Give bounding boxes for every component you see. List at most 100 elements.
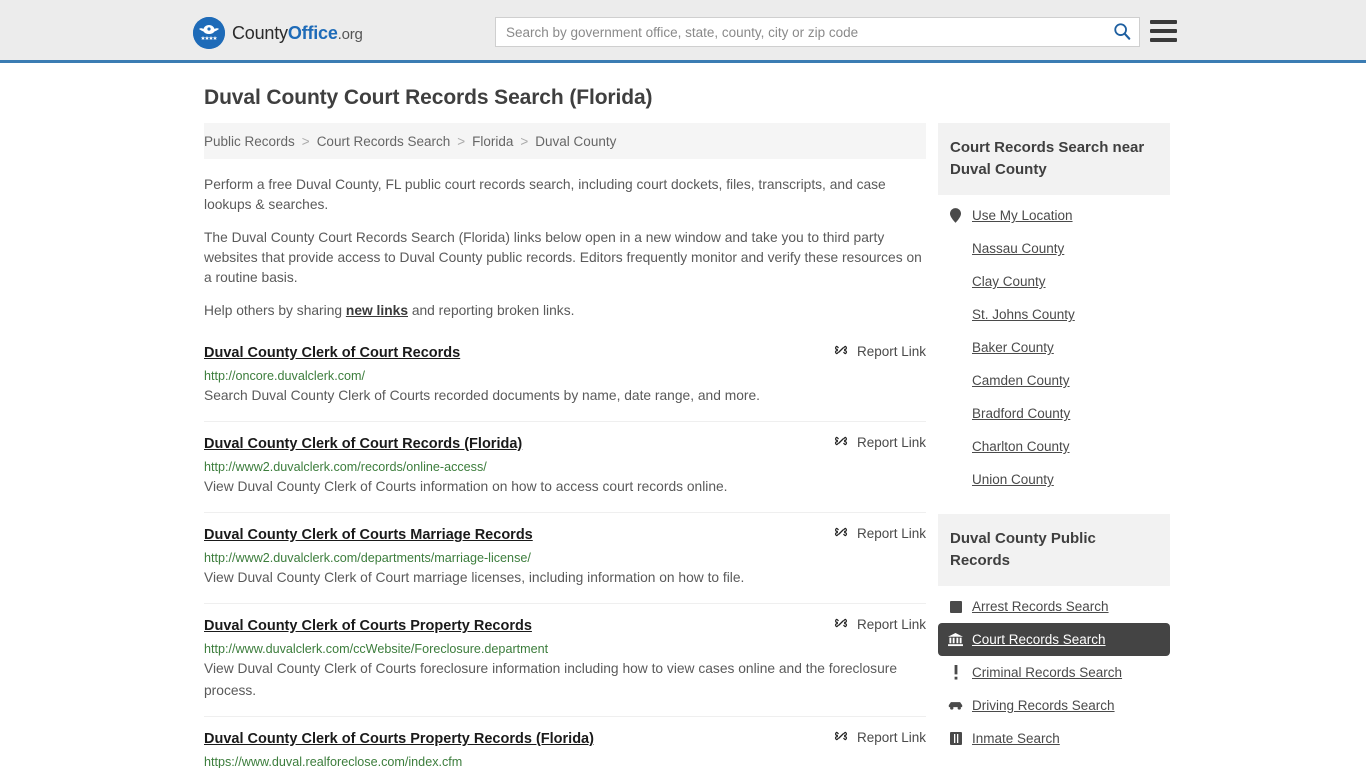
result-item: Duval County Clerk of Courts Property Re… (204, 717, 926, 768)
search-input[interactable] (496, 18, 1105, 46)
site-logo[interactable]: CountyOffice.org (193, 17, 363, 49)
result-url[interactable]: http://www.duvalclerk.com/ccWebsite/Fore… (204, 642, 926, 656)
nearby-county-link[interactable]: Clay County (972, 274, 1046, 289)
nearby-county-link[interactable]: Baker County (972, 340, 1054, 355)
jail-icon (948, 732, 963, 745)
public-records-list: Arrest Records Search Court Records Searc… (938, 586, 1170, 755)
public-records-item[interactable]: Criminal Records Search (938, 656, 1170, 689)
breadcrumb-item-4[interactable]: Duval County (535, 134, 616, 149)
intro-p3-before: Help others by sharing (204, 303, 346, 318)
nearby-county-item[interactable]: Clay County (938, 265, 1170, 298)
result-title-link[interactable]: Duval County Clerk of Court Records (204, 345, 460, 361)
broken-link-icon (833, 615, 849, 634)
search-button[interactable] (1105, 18, 1139, 46)
report-link-button[interactable]: Report Link (833, 615, 926, 634)
exclamation-icon (948, 665, 963, 680)
result-title-link[interactable]: Duval County Clerk of Courts Marriage Re… (204, 527, 533, 543)
report-link-label: Report Link (856, 435, 926, 450)
result-description: View Duval County Clerk of Courts forecl… (204, 661, 898, 698)
search-icon (1113, 22, 1131, 43)
result-url[interactable]: http://oncore.duvalclerk.com/ (204, 369, 926, 383)
broken-link-icon (833, 342, 849, 361)
map-pin-icon (948, 208, 963, 223)
courthouse-icon (948, 632, 963, 647)
result-item: Duval County Clerk of Court Records (Flo… (204, 422, 926, 513)
public-records-item[interactable]: Driving Records Search (938, 689, 1170, 722)
nearby-county-link[interactable]: Camden County (972, 373, 1070, 388)
nearby-county-item[interactable]: Baker County (938, 331, 1170, 364)
new-links-link[interactable]: new links (346, 303, 408, 318)
public-records-link[interactable]: Driving Records Search (972, 698, 1115, 713)
breadcrumb-separator: > (520, 133, 529, 149)
public-records-link[interactable]: Court Records Search (972, 632, 1106, 647)
report-link-label: Report Link (856, 344, 926, 359)
public-records-link[interactable]: Arrest Records Search (972, 599, 1109, 614)
hamburger-bar (1150, 29, 1177, 33)
nearby-county-link[interactable]: St. Johns County (972, 307, 1075, 322)
nearby-county-link[interactable]: Use My Location (972, 208, 1073, 223)
report-link-label: Report Link (856, 730, 926, 745)
broken-link-icon (833, 433, 849, 452)
public-records-item[interactable]: Arrest Records Search (938, 590, 1170, 623)
breadcrumb-item-2[interactable]: Court Records Search (317, 134, 451, 149)
report-link-label: Report Link (856, 617, 926, 632)
result-url[interactable]: https://www.duval.realforeclose.com/inde… (204, 755, 926, 768)
result-url[interactable]: http://www2.duvalclerk.com/departments/m… (204, 551, 926, 565)
nearby-county-item[interactable]: Use My Location (938, 199, 1170, 232)
site-header: CountyOffice.org (0, 0, 1366, 63)
nearby-county-link[interactable]: Bradford County (972, 406, 1070, 421)
page-title: Duval County Court Records Search (Flori… (204, 86, 653, 109)
breadcrumb-item-3[interactable]: Florida (472, 134, 513, 149)
nearby-county-link[interactable]: Nassau County (972, 241, 1064, 256)
intro-section: Perform a free Duval County, FL public c… (204, 159, 926, 321)
result-url[interactable]: http://www2.duvalclerk.com/records/onlin… (204, 460, 926, 474)
car-icon (948, 700, 963, 711)
nearby-county-item[interactable]: St. Johns County (938, 298, 1170, 331)
main-content: Public Records > Court Records Search > Flor… (204, 123, 926, 768)
result-description: View Duval County Clerk of Court marriag… (204, 570, 745, 585)
nearby-county-item[interactable]: Nassau County (938, 232, 1170, 265)
result-title-link[interactable]: Duval County Clerk of Courts Property Re… (204, 731, 594, 747)
public-records-link[interactable]: Inmate Search (972, 731, 1060, 746)
nearby-county-link[interactable]: Union County (972, 472, 1054, 487)
result-item: Duval County Clerk of Courts Marriage Re… (204, 513, 926, 604)
report-link-button[interactable]: Report Link (833, 433, 926, 452)
intro-paragraph-3: Help others by sharing new links and rep… (204, 301, 926, 321)
nearby-county-item[interactable]: Charlton County (938, 430, 1170, 463)
report-link-label: Report Link (856, 526, 926, 541)
hamburger-menu-icon[interactable] (1150, 20, 1177, 42)
nearby-county-link[interactable]: Charlton County (972, 439, 1070, 454)
intro-paragraph-2: The Duval County Court Records Search (F… (204, 230, 922, 285)
public-records-panel-heading: Duval County Public Records (938, 514, 1170, 586)
result-description: Search Duval County Clerk of Courts reco… (204, 388, 760, 403)
breadcrumb-item-1[interactable]: Public Records (204, 134, 295, 149)
result-description: View Duval County Clerk of Courts inform… (204, 479, 728, 494)
report-link-button[interactable]: Report Link (833, 728, 926, 747)
logo-text-org: .org (337, 25, 363, 43)
result-item: Duval County Clerk of Court Records http:… (204, 334, 926, 422)
square-icon (948, 600, 963, 613)
report-link-button[interactable]: Report Link (833, 524, 926, 543)
public-records-link[interactable]: Criminal Records Search (972, 665, 1122, 680)
search-box[interactable] (495, 17, 1140, 47)
logo-text: CountyOffice.org (232, 23, 363, 44)
nearby-county-item[interactable]: Camden County (938, 364, 1170, 397)
breadcrumb: Public Records > Court Records Search > Flor… (204, 123, 926, 159)
breadcrumb-separator: > (457, 133, 466, 149)
public-records-item[interactable]: Inmate Search (938, 722, 1170, 755)
report-link-button[interactable]: Report Link (833, 342, 926, 361)
breadcrumb-separator: > (301, 133, 310, 149)
nearby-county-item[interactable]: Bradford County (938, 397, 1170, 430)
result-title-link[interactable]: Duval County Clerk of Courts Property Re… (204, 618, 532, 634)
results-list: Duval County Clerk of Court Records http:… (204, 334, 926, 768)
nearby-panel-heading: Court Records Search near Duval County (938, 123, 1170, 195)
broken-link-icon (833, 728, 849, 747)
nearby-county-item[interactable]: Union County (938, 463, 1170, 496)
hamburger-bar (1150, 20, 1177, 24)
broken-link-icon (833, 524, 849, 543)
intro-paragraph-1: Perform a free Duval County, FL public c… (204, 177, 886, 212)
result-title-link[interactable]: Duval County Clerk of Court Records (Flo… (204, 436, 522, 452)
public-records-item-active[interactable]: Court Records Search (938, 623, 1170, 656)
sidebar: Court Records Search near Duval County U… (938, 123, 1170, 755)
